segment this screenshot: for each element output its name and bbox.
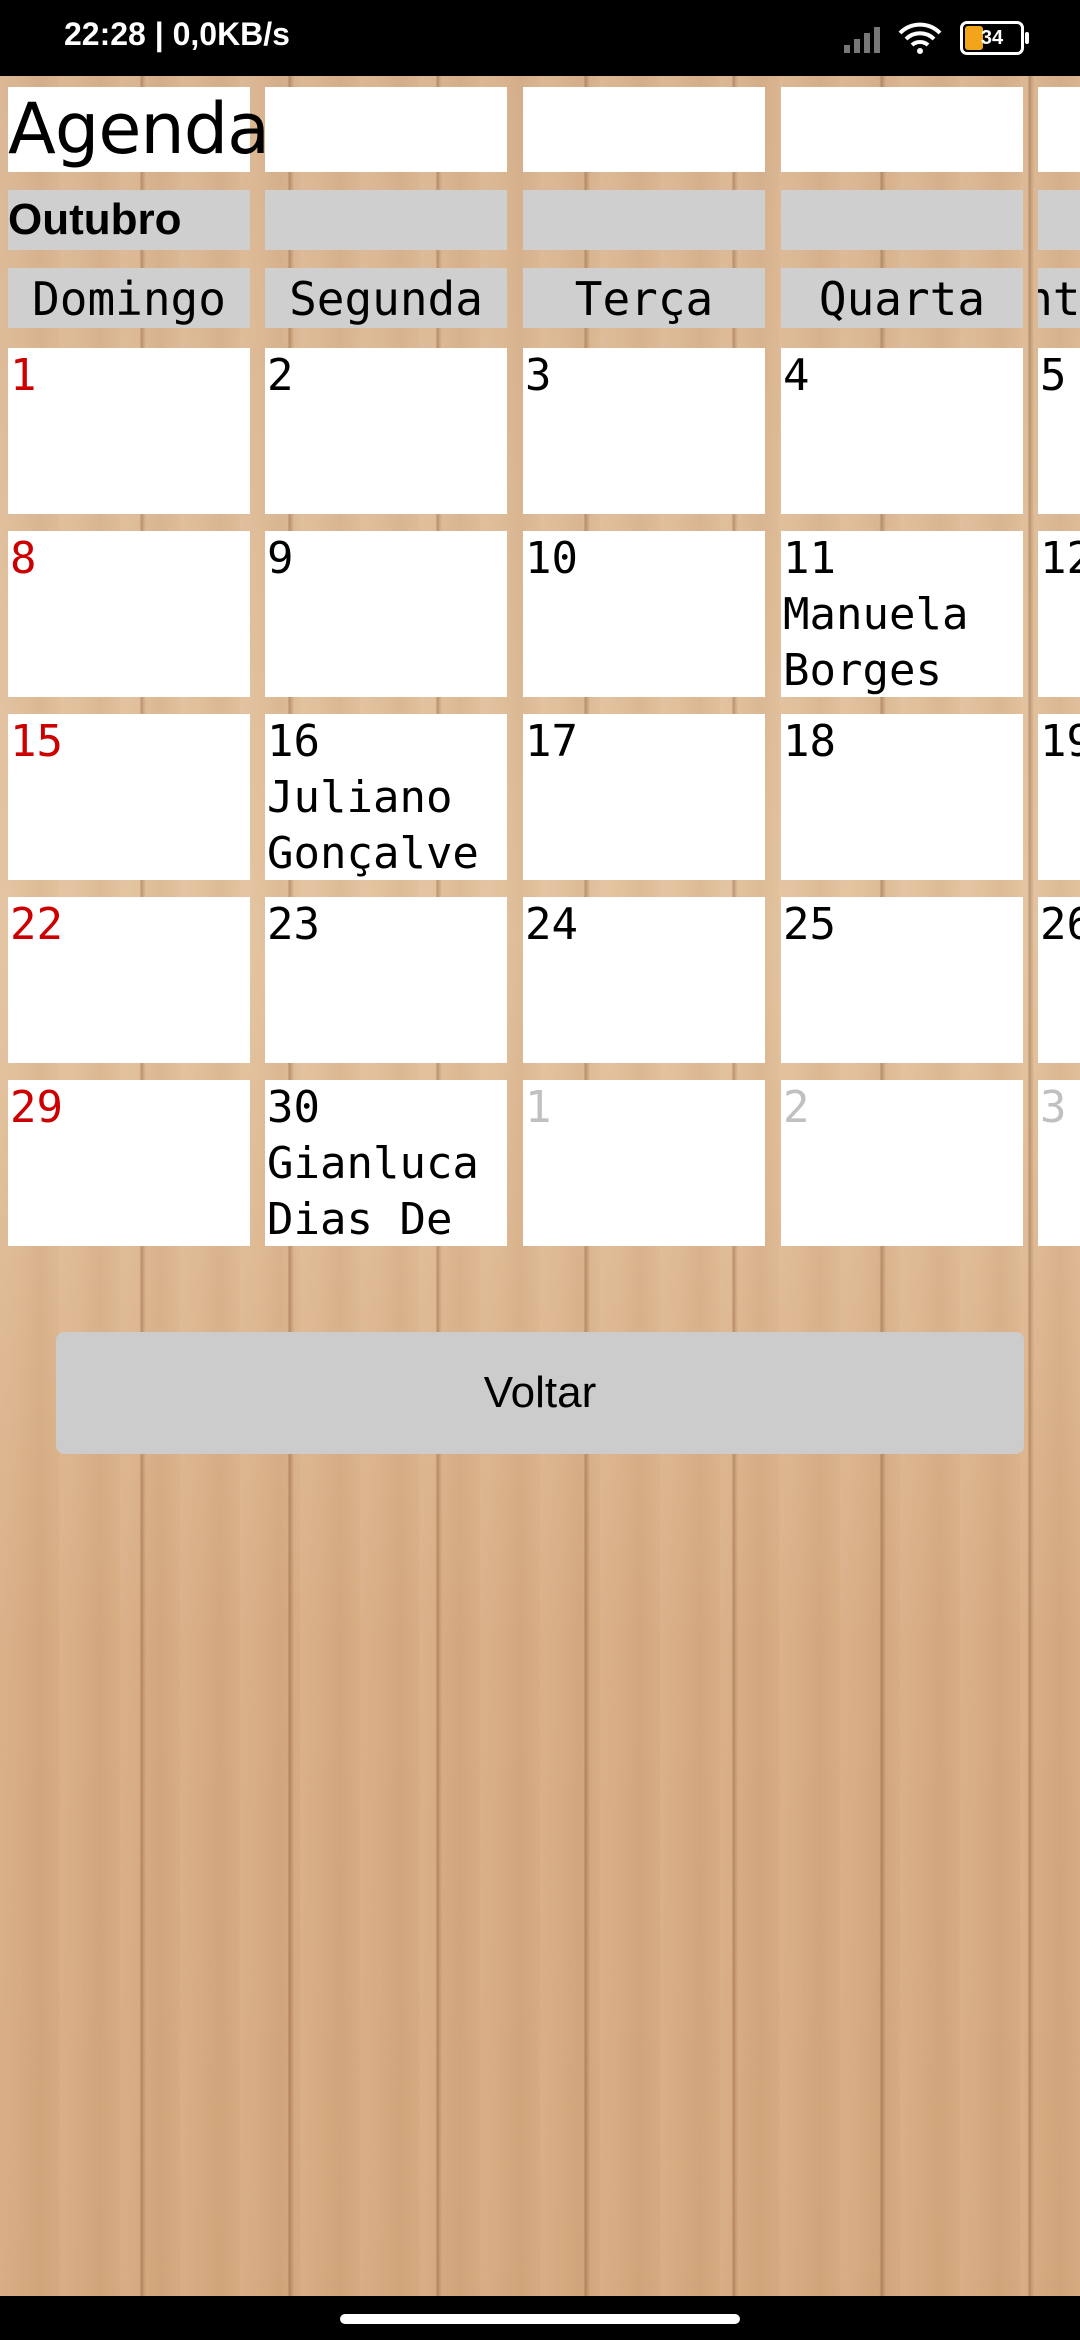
battery-level: 34 [980, 27, 1004, 49]
weekday-quinta: Quinta [1038, 268, 1080, 328]
day-cell[interactable]: 8 [8, 531, 250, 697]
signal-icon [844, 23, 880, 53]
event-name: Dias De [267, 1194, 453, 1245]
wifi-icon [898, 22, 942, 54]
month-row-cell [781, 190, 1023, 250]
month-row-cell [523, 190, 765, 250]
event-name: Manuela [783, 589, 969, 640]
day-cell[interactable]: 2 [265, 348, 507, 514]
battery-icon: 34 [960, 21, 1029, 55]
status-bar: 22:28 | 0,0KB/s 34 [0, 0, 1080, 76]
day-cell[interactable]: 19 [1038, 714, 1080, 880]
day-cell[interactable]: 3 [1038, 1080, 1080, 1246]
event-name: Borges [783, 645, 942, 696]
event-name: Gianluca [267, 1138, 479, 1189]
month-row-cell [265, 190, 507, 250]
month-row-cell [1038, 190, 1080, 250]
day-cell[interactable]: 9 [265, 531, 507, 697]
day-cell[interactable]: 22 [8, 897, 250, 1063]
weekday-quarta: Quarta [781, 268, 1023, 328]
page-title: Agenda [8, 87, 270, 172]
day-cell[interactable]: 10 [523, 531, 765, 697]
day-cell[interactable]: 5 [1038, 348, 1080, 514]
back-button[interactable]: Voltar [56, 1332, 1024, 1454]
header-cell [265, 87, 507, 172]
day-cell[interactable]: 1 [523, 1080, 765, 1246]
day-cell[interactable]: 30 Gianluca Dias De [265, 1080, 507, 1246]
day-cell[interactable]: 4 [781, 348, 1023, 514]
day-cell[interactable]: 11 Manuela Borges [781, 531, 1023, 697]
day-cell[interactable]: 15 [8, 714, 250, 880]
day-cell[interactable]: 1 [8, 348, 250, 514]
day-cell[interactable]: 17 [523, 714, 765, 880]
home-indicator[interactable] [340, 2314, 740, 2324]
header-cell [523, 87, 765, 172]
header-cell [781, 87, 1023, 172]
navigation-bar [0, 2296, 1080, 2340]
day-cell[interactable]: 18 [781, 714, 1023, 880]
weekday-domingo: Domingo [8, 268, 250, 328]
status-icons: 34 [844, 18, 1029, 58]
day-cell[interactable]: 26 [1038, 897, 1080, 1063]
day-cell[interactable]: 12 [1038, 531, 1080, 697]
day-cell[interactable]: 29 [8, 1080, 250, 1246]
day-cell[interactable]: 3 [523, 348, 765, 514]
weekday-terca: Terça [523, 268, 765, 328]
day-cell[interactable]: 24 [523, 897, 765, 1063]
month-label: Outubro [8, 190, 250, 250]
day-cell[interactable]: 23 [265, 897, 507, 1063]
day-cell[interactable]: 25 [781, 897, 1023, 1063]
day-cell[interactable]: 2 [781, 1080, 1023, 1246]
event-name: Juliano [267, 772, 453, 823]
weekday-segunda: Segunda [265, 268, 507, 328]
event-name: Gonçalve [267, 828, 479, 879]
header-cell [1038, 87, 1080, 172]
status-time: 22:28 | 0,0KB/s [64, 16, 290, 52]
day-cell[interactable]: 16 Juliano Gonçalve [265, 714, 507, 880]
